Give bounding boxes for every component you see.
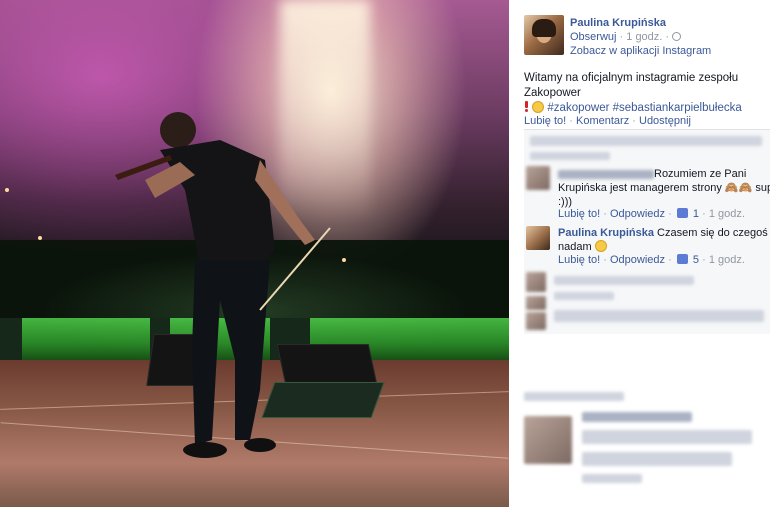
comment-avatar-blurred [526, 166, 550, 190]
comment-avatar[interactable] [526, 226, 550, 250]
comment-text: Czasem się do czegoś [657, 227, 768, 239]
post-hashtags[interactable]: #zakopower #sebastiankarpielbułecka [547, 102, 741, 114]
post-photo[interactable] [0, 0, 509, 507]
post-actions: Lubię to! · Komentarz · Udostępnij [524, 115, 691, 127]
comment-reply-button[interactable]: Odpowiedz [610, 254, 665, 266]
action-separator: · [668, 208, 675, 220]
author-name[interactable]: Paulina Krupińska [570, 17, 666, 29]
comments-section: Rozumiem ze Pani Krupińska jest managere… [524, 129, 770, 334]
comment-text-line: nadam [558, 240, 607, 254]
comment-like-count[interactable]: 5 [693, 254, 699, 266]
action-separator: · [603, 208, 610, 220]
comment-text-blurred [554, 292, 614, 300]
post-message: Witamy na oficjalnym instagramie zespołu… [524, 71, 764, 116]
post-sidebar: Paulina Krupińska Obserwuj · 1 godz. · Z… [509, 0, 770, 507]
comment-like-button[interactable]: Lubię to! [558, 208, 600, 220]
comment-avatar-blurred [526, 296, 546, 310]
action-separator: · [603, 254, 610, 266]
blurred-likes-row [530, 136, 762, 146]
comment-actions: Lubię to! · Odpowiedz · 1 · 1 godz. [558, 208, 745, 220]
post-meta: Obserwuj · 1 godz. · [570, 31, 682, 43]
post-time[interactable]: 1 godz. [626, 31, 662, 43]
blurred-title [582, 412, 692, 422]
comment-reply-button[interactable]: Odpowiedz [610, 208, 665, 220]
thumbs-up-icon [676, 254, 688, 264]
action-separator: · [702, 254, 709, 266]
author-avatar[interactable] [524, 15, 564, 55]
share-button[interactable]: Udostępnij [639, 115, 691, 127]
follow-link[interactable]: Obserwuj [570, 31, 616, 43]
post-text: Witamy na oficjalnym instagramie zespołu… [524, 72, 739, 99]
instagram-app-link[interactable]: Zobacz w aplikacji Instagram [570, 45, 711, 57]
comment-text: nadam [558, 241, 592, 253]
comment-text: Krupińska jest managerem strony 🙈🙈 super… [558, 182, 770, 194]
smile-emoji-icon [594, 240, 607, 252]
comment-text-blurred [554, 276, 694, 285]
action-separator: · [702, 208, 709, 220]
action-separator: · [632, 115, 639, 127]
comment-body: Paulina Krupińska Czasem się do czegoś [558, 226, 768, 240]
comment-time[interactable]: 1 godz. [709, 208, 745, 220]
smile-emoji-icon [532, 101, 545, 113]
light-dot [342, 258, 346, 262]
meta-separator: · [665, 31, 673, 43]
blurred-likes-row [530, 152, 610, 160]
blurred-thumbnail [524, 416, 572, 464]
blurred-text [582, 430, 752, 444]
comment-author-blurred [558, 170, 654, 179]
exclamation-icon [524, 101, 529, 112]
comment-input-blurred[interactable] [554, 310, 764, 322]
violinist-figure [115, 112, 331, 458]
like-button[interactable]: Lubię to! [524, 115, 566, 127]
blurred-text [582, 452, 732, 466]
comment-time[interactable]: 1 godz. [709, 254, 745, 266]
light-dot [5, 188, 9, 192]
comment-text: :))) [558, 196, 573, 208]
comment-text: Rozumiem ze Pani [654, 168, 747, 180]
light-dot [38, 236, 42, 240]
comment-actions: Lubię to! · Odpowiedz · 5 · 1 godz. [558, 254, 745, 266]
barrier-gap [0, 318, 22, 360]
blurred-heading [524, 392, 624, 401]
globe-icon [672, 32, 682, 41]
thumbs-up-icon [676, 208, 688, 218]
comment-author[interactable]: Paulina Krupińska [558, 227, 654, 239]
comment-avatar-blurred [526, 312, 546, 330]
comment-like-count[interactable]: 1 [693, 208, 699, 220]
blurred-text [582, 474, 642, 483]
action-separator: · [569, 115, 576, 127]
action-separator: · [668, 254, 675, 266]
comment-button[interactable]: Komentarz [576, 115, 629, 127]
comment-avatar-blurred [526, 272, 546, 292]
comment-like-button[interactable]: Lubię to! [558, 254, 600, 266]
